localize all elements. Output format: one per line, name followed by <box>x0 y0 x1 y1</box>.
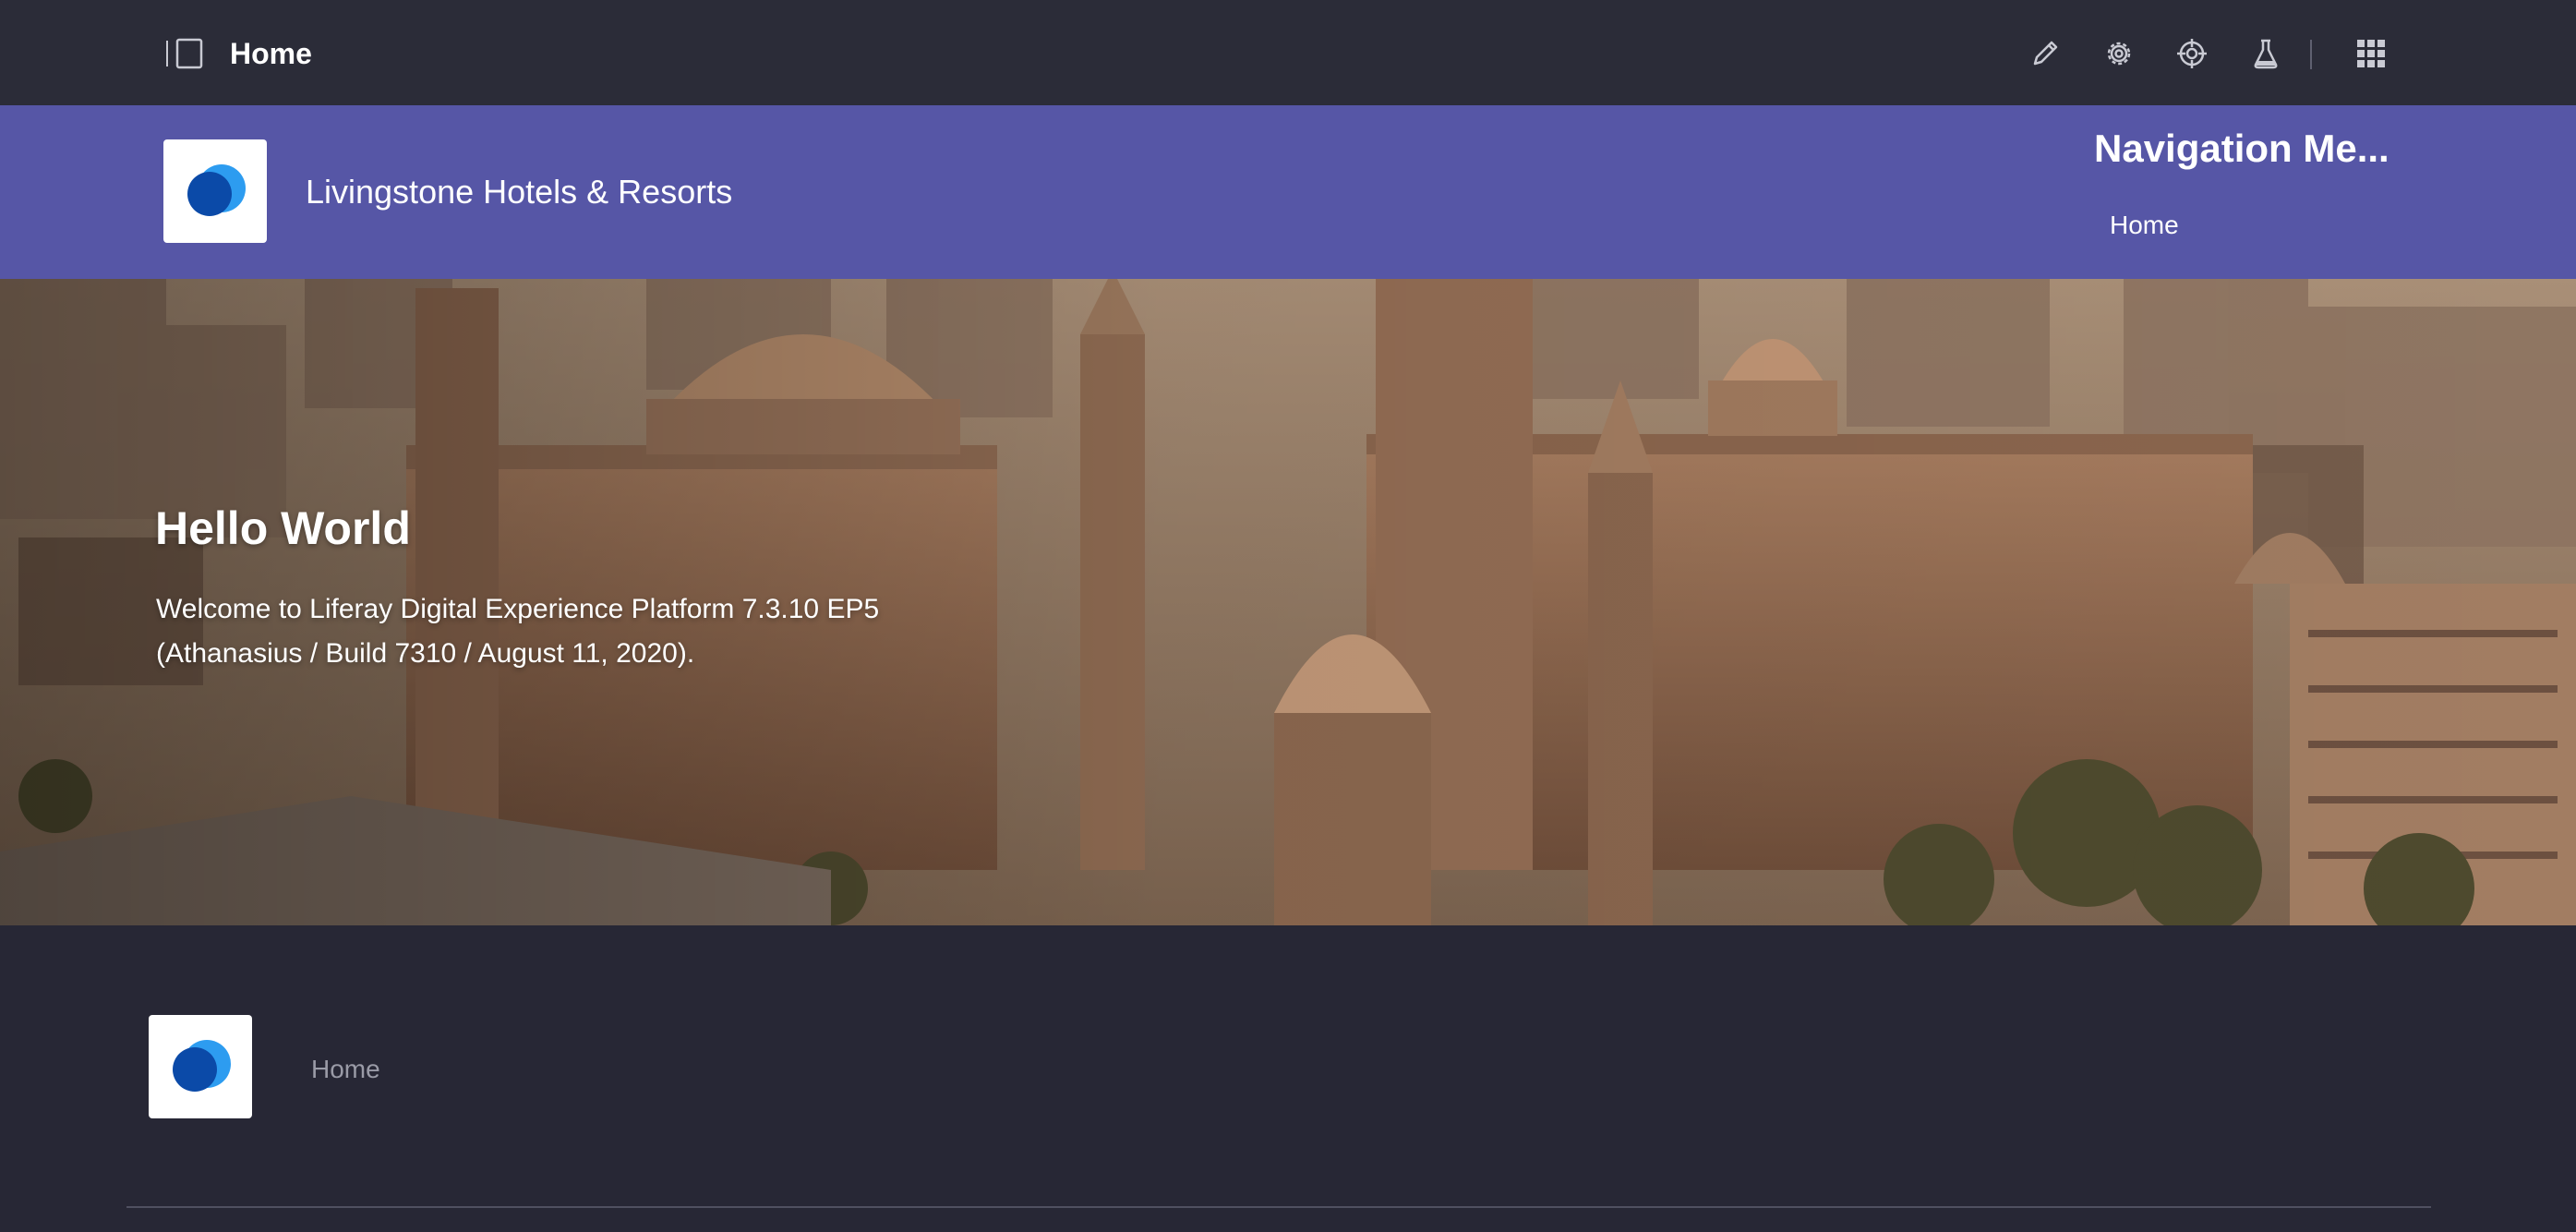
navigation-menu-title: Navigation Me... <box>2094 127 2389 170</box>
footer-logo[interactable] <box>149 1015 252 1118</box>
control-bar-divider <box>2310 40 2312 69</box>
flask-icon[interactable] <box>2246 34 2285 73</box>
control-bar: Home <box>0 0 2576 105</box>
nav-item-home[interactable]: Home <box>2110 209 2179 242</box>
sidebar-toggle-icon[interactable] <box>164 37 205 70</box>
hero-description: Welcome to Liferay Digital Experience Pl… <box>156 587 987 676</box>
footer-nav-item-home[interactable]: Home <box>311 1053 380 1086</box>
control-bar-title: Home <box>230 37 312 70</box>
apps-grid-icon[interactable] <box>2352 34 2390 73</box>
gear-icon[interactable] <box>2100 34 2138 73</box>
target-icon[interactable] <box>2173 34 2211 73</box>
site-logo[interactable] <box>163 139 267 243</box>
footer-divider <box>126 1206 2431 1208</box>
hero-description-line-2: (Athanasius / Build 7310 / August 11, 20… <box>156 638 695 669</box>
liferay-logo-icon <box>187 164 246 216</box>
site-name[interactable]: Livingstone Hotels & Resorts <box>306 170 732 214</box>
pencil-icon[interactable] <box>2026 34 2064 73</box>
liferay-logo-icon <box>173 1040 231 1092</box>
hero-title: Hello World <box>155 502 411 554</box>
hero-description-line-1: Welcome to Liferay Digital Experience Pl… <box>156 594 880 624</box>
